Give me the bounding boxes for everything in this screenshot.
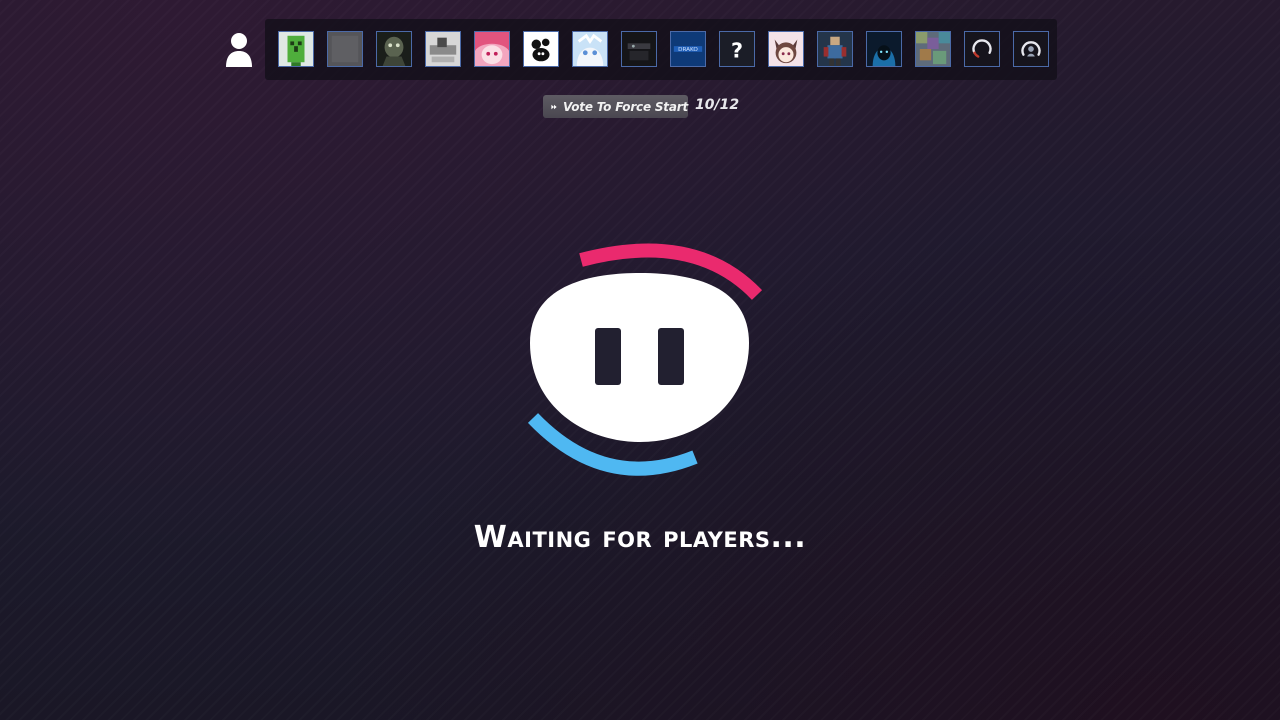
logo-left-eye	[595, 328, 621, 385]
player-avatar-6[interactable]	[523, 31, 559, 67]
paused-face-logo-icon	[527, 243, 763, 476]
svg-text:DRAKO: DRAKO	[678, 47, 698, 53]
user-icon[interactable]	[225, 32, 253, 68]
player-avatar-11[interactable]	[768, 31, 804, 67]
player-avatar-9[interactable]: DRAKO	[670, 31, 706, 67]
player-avatar-1[interactable]	[278, 31, 314, 67]
player-avatar-16[interactable]	[1013, 31, 1049, 67]
player-avatar-12[interactable]	[817, 31, 853, 67]
player-avatar-8[interactable]	[621, 31, 657, 67]
waiting-status-text: Waiting for players...	[473, 520, 807, 555]
player-avatar-13[interactable]	[866, 31, 902, 67]
logo-face	[530, 273, 749, 442]
player-avatar-2[interactable]	[327, 31, 363, 67]
player-avatar-5[interactable]	[474, 31, 510, 67]
player-avatar-14[interactable]	[915, 31, 951, 67]
vote-count: 10/12	[695, 97, 740, 113]
player-avatar-15[interactable]	[964, 31, 1000, 67]
player-avatar-10[interactable]: ?	[719, 31, 755, 67]
unknown-avatar-label: ?	[731, 39, 743, 63]
fast-forward-icon	[551, 104, 557, 109]
logo-right-eye	[658, 328, 684, 385]
player-list: DRAKO ?	[265, 19, 1057, 80]
player-avatar-4[interactable]	[425, 31, 461, 67]
player-avatar-3[interactable]	[376, 31, 412, 67]
player-avatar-7[interactable]	[572, 31, 608, 67]
vote-force-start-button[interactable]: Vote To Force Start	[543, 95, 688, 118]
vote-force-start-label: Vote To Force Start	[563, 99, 688, 114]
